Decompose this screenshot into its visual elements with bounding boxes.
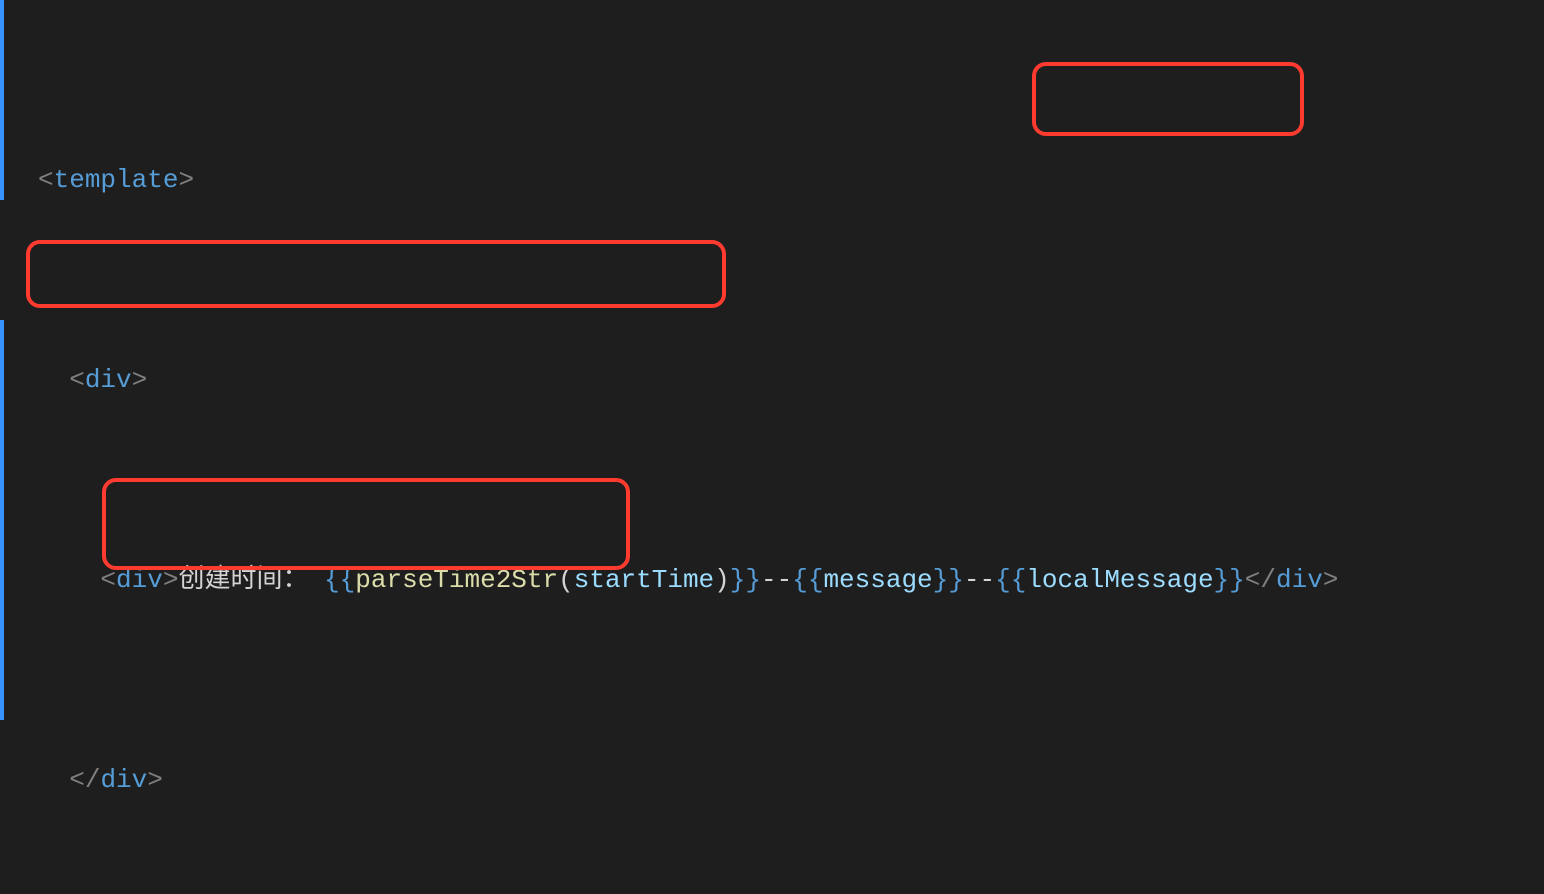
punct: > (163, 565, 179, 595)
code-line: <div> (10, 360, 1544, 400)
text: -- (761, 565, 792, 595)
function: parseTime2Str (355, 565, 558, 595)
tag-name: div (116, 565, 163, 595)
tag-name: div (1276, 565, 1323, 595)
interp-close: }} (1214, 565, 1245, 595)
code-line: <div>创建时间： {{parseTime2Str(startTime)}}-… (10, 560, 1544, 600)
identifier: localMessage (1026, 565, 1213, 595)
tag-name: template (54, 165, 179, 195)
interp-close: }} (730, 565, 761, 595)
punct: > (132, 365, 148, 395)
code-editor[interactable]: <template> <div> <div>创建时间： {{parseTime2… (0, 0, 1544, 894)
identifier: startTime (574, 565, 714, 595)
punct: > (1323, 565, 1339, 595)
punct: < (100, 565, 116, 595)
modified-gutter-bar (0, 320, 4, 720)
punct: </ (1245, 565, 1276, 595)
text: 创建时间： (178, 565, 324, 595)
text: -- (964, 565, 995, 595)
tag-name: div (100, 765, 147, 795)
punct: > (178, 165, 194, 195)
paren: ( (558, 565, 574, 595)
interp-open: {{ (995, 565, 1026, 595)
code-line: <template> (10, 160, 1544, 200)
paren: ) (714, 565, 730, 595)
interp-close: }} (933, 565, 964, 595)
punct: < (69, 365, 85, 395)
modified-gutter-bar (0, 0, 4, 200)
identifier: message (823, 565, 932, 595)
punct: </ (69, 765, 100, 795)
code-line: </div> (10, 760, 1544, 800)
punct: < (38, 165, 54, 195)
tag-name: div (85, 365, 132, 395)
interp-open: {{ (324, 565, 355, 595)
interp-open: {{ (792, 565, 823, 595)
punct: > (147, 765, 163, 795)
